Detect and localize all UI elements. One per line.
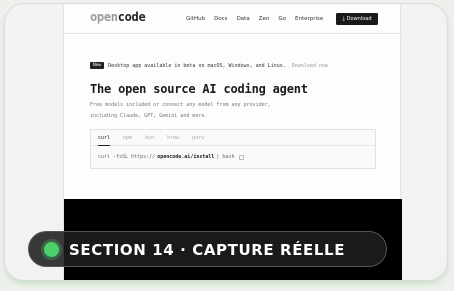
top-navigation: opencode GitHub Docs Data Zen Go Enterpr… xyxy=(64,4,402,34)
section-overlay-pill: SECTION 14 · CAPTURE RÉELLE xyxy=(28,231,387,267)
hero-subtitle-line-2: including Claude, GPT, Gemini and more. xyxy=(90,113,208,119)
tab-paru[interactable]: paru xyxy=(192,130,204,146)
logo-light: open xyxy=(90,10,118,24)
section-label: SECTION 14 · CAPTURE RÉELLE xyxy=(69,241,346,259)
announcement-message: Desktop app available in beta on macOS, … xyxy=(108,62,286,69)
new-badge: New xyxy=(90,62,105,69)
nav-link-enterprise[interactable]: Enterprise xyxy=(295,16,323,22)
copy-icon[interactable] xyxy=(239,154,245,160)
command-url: opencode.ai/install xyxy=(157,154,215,160)
download-button[interactable]: ⤓ Download xyxy=(336,13,378,25)
nav-links: GitHub Docs Data Zen Go Enterprise xyxy=(186,16,323,22)
nav-link-docs[interactable]: Docs xyxy=(214,16,228,22)
tab-brew[interactable]: brew xyxy=(167,130,179,146)
download-button-label: Download xyxy=(346,16,372,22)
tab-npm[interactable]: npm xyxy=(123,130,132,146)
install-box: curl npm bun brew paru curl -fsSL https:… xyxy=(90,129,376,169)
download-arrow-icon: ⤓ xyxy=(342,16,345,22)
nav-link-github[interactable]: GitHub xyxy=(186,16,205,22)
hero-subtitle: Free models included or connect any mode… xyxy=(90,100,340,122)
opencode-logo[interactable]: opencode xyxy=(90,10,146,24)
hero-title: The open source AI coding agent xyxy=(90,82,308,96)
tab-curl[interactable]: curl xyxy=(98,130,111,146)
command-suffix: | bash xyxy=(216,154,235,160)
nav-link-data[interactable]: Data xyxy=(237,16,250,22)
download-now-link[interactable]: Download now xyxy=(292,63,328,69)
command-prefix: curl -fsSL https:// xyxy=(98,154,156,160)
tab-bun[interactable]: bun xyxy=(145,130,154,146)
nav-link-zen[interactable]: Zen xyxy=(259,16,270,22)
announcement-bar: New Desktop app available in beta on mac… xyxy=(90,62,328,69)
nav-link-go[interactable]: Go xyxy=(278,16,286,22)
install-tabs: curl npm bun brew paru xyxy=(91,130,375,146)
status-dot-icon xyxy=(44,242,59,257)
hero-subtitle-line-1: Free models included or connect any mode… xyxy=(90,102,271,108)
install-command[interactable]: curl -fsSL https://opencode.ai/install |… xyxy=(98,154,245,160)
logo-bold: code xyxy=(117,10,146,24)
screenshot-frame: opencode GitHub Docs Data Zen Go Enterpr… xyxy=(4,3,448,281)
